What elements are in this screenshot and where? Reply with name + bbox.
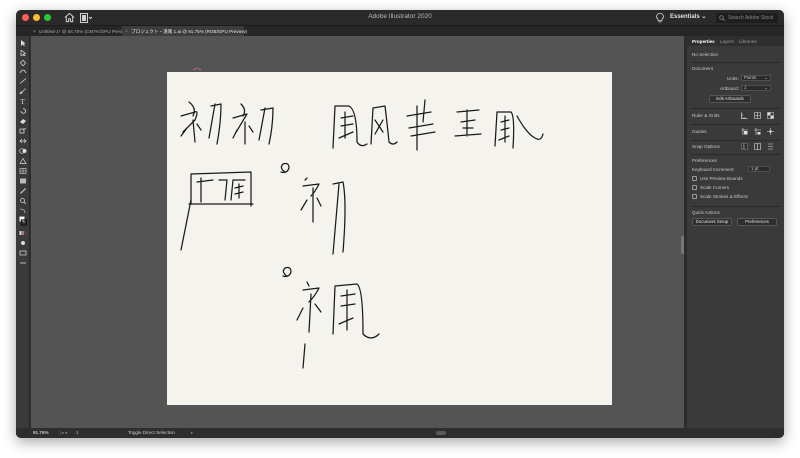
grid-icon[interactable] <box>754 112 761 119</box>
svg-text:1: 1 <box>743 145 746 151</box>
keyboard-increment-label: Keyboard Increment: <box>692 167 735 172</box>
snap-to-grid-icon[interactable] <box>767 143 774 150</box>
screen-mode-icon[interactable] <box>19 250 27 256</box>
units-dropdown[interactable]: Points ⌄ <box>741 75 771 81</box>
mesh-tool-icon[interactable] <box>19 168 27 174</box>
line-tool-icon[interactable] <box>19 78 27 84</box>
scale-strokes-checkbox[interactable] <box>692 194 697 199</box>
eraser-tool-icon[interactable] <box>19 118 27 124</box>
app-window: Adobe Illustrator 2020 Essentials ⌄ Sear… <box>16 10 784 438</box>
selection-tool-icon[interactable] <box>19 40 27 46</box>
perspective-grid-tool-icon[interactable] <box>19 158 27 164</box>
tab-label: プロジェクト・漢風 1.ai @ 91.75% (RGB/GPU Preview… <box>131 28 247 34</box>
artboard-number[interactable]: 1 <box>76 430 79 435</box>
stock-search-input[interactable]: Search Adobe Stock <box>716 13 778 23</box>
direct-selection-tool-icon[interactable] <box>19 50 27 56</box>
selection-status: No Selection <box>692 52 719 57</box>
artboard-value: 1 <box>744 85 747 90</box>
drawing-mode-icon[interactable] <box>19 240 27 246</box>
search-icon <box>719 15 725 21</box>
snap-options-label: Snap Options <box>692 144 720 149</box>
tab-properties[interactable]: Properties <box>692 39 715 44</box>
use-preview-bounds-checkbox[interactable] <box>692 176 697 181</box>
divider <box>691 124 780 125</box>
fill-stroke-swatch-icon[interactable] <box>19 216 27 226</box>
chevron-down-icon: ⌄ <box>764 85 768 90</box>
close-icon[interactable]: × <box>33 29 36 35</box>
smart-guides-icon[interactable] <box>767 128 774 135</box>
curvature-tool-icon[interactable] <box>19 68 27 74</box>
swap-colors-icon[interactable] <box>19 208 27 214</box>
shape-builder-tool-icon[interactable] <box>19 148 27 154</box>
divider <box>691 140 780 141</box>
divider <box>691 206 780 207</box>
close-icon[interactable]: × <box>125 29 128 35</box>
search-placeholder: Search Adobe Stock <box>728 15 774 21</box>
app-title: Adobe Illustrator 2020 <box>368 13 432 20</box>
gradient-tool-icon[interactable] <box>19 178 27 184</box>
snap-to-point-icon[interactable]: 1 <box>741 143 748 150</box>
handwriting-strokes <box>180 99 544 369</box>
scale-corners-checkbox[interactable] <box>692 185 697 190</box>
properties-panel: Properties Layers Libraries No Selection… <box>687 36 784 428</box>
divider <box>691 154 780 155</box>
divider <box>691 108 780 109</box>
status-bar: 91.76% |◂ ◂ 1 Toggle Direct Selection ▸ <box>16 428 784 438</box>
chevron-down-icon: ⌄ <box>764 75 768 80</box>
workspace-dropdown[interactable]: Essentials ⌄ <box>670 13 706 20</box>
document-heading: Document <box>692 66 713 71</box>
rotate-tool-icon[interactable] <box>19 108 27 114</box>
document-tabs: × Untitled-1* @ 66.75% (CMYK/GPU Preview… <box>16 26 784 36</box>
svg-text:T: T <box>21 98 26 104</box>
width-tool-icon[interactable] <box>19 138 27 144</box>
show-guides-icon[interactable] <box>741 128 748 135</box>
canvas-area[interactable] <box>31 36 685 428</box>
scale-tool-icon[interactable] <box>19 128 27 134</box>
use-preview-bounds-label: Use Preview Bounds <box>700 176 743 181</box>
zoom-level[interactable]: 91.76% <box>33 430 49 435</box>
type-tool-icon[interactable]: T <box>19 98 27 104</box>
ruler-grids-label: Ruler & Grids <box>692 113 720 118</box>
ruler-icon[interactable] <box>741 112 748 119</box>
zoom-tool-icon[interactable] <box>19 198 27 204</box>
eyedropper-tool-icon[interactable] <box>19 188 27 194</box>
pen-tool-icon[interactable] <box>19 60 27 66</box>
panel-tabs: Properties Layers Libraries <box>687 36 784 46</box>
transparency-grid-icon[interactable] <box>767 112 774 119</box>
units-label: Units: <box>727 76 739 81</box>
tab-label: Untitled-1* @ 66.75% (CMYK/GPU Preview) <box>39 28 130 34</box>
edit-artboards-button[interactable]: Edit Artboards <box>709 95 751 103</box>
title-bar: Adobe Illustrator 2020 Essentials ⌄ Sear… <box>16 10 784 26</box>
guides-label: Guides <box>692 129 707 134</box>
color-mode-icon[interactable] <box>19 230 27 236</box>
chevron-down-icon: ⌄ <box>701 14 707 20</box>
current-tool-status: Toggle Direct Selection <box>128 430 175 435</box>
workspace-label: Essentials <box>670 14 700 20</box>
units-value: Points <box>744 75 757 80</box>
document-setup-button[interactable]: Document Setup <box>692 218 732 226</box>
artboard-label: Artboard: <box>720 86 739 91</box>
tab-libraries[interactable]: Libraries <box>739 39 757 44</box>
more-tools-icon[interactable] <box>19 260 27 266</box>
tab-layers[interactable]: Layers <box>720 39 734 44</box>
paintbrush-tool-icon[interactable] <box>19 88 27 94</box>
status-menu-arrow[interactable]: ▸ <box>191 430 193 436</box>
artboard-dropdown[interactable]: 1 ⌄ <box>741 85 771 91</box>
tab-untitled-1[interactable]: × Untitled-1* @ 66.75% (CMYK/GPU Preview… <box>30 26 130 36</box>
artboard[interactable] <box>167 72 612 405</box>
preferences-heading: Preferences <box>692 158 717 163</box>
horizontal-scrollbar[interactable] <box>436 431 446 435</box>
tab-project-kanfu[interactable]: × プロジェクト・漢風 1.ai @ 91.75% (RGB/GPU Previ… <box>122 26 247 36</box>
snap-to-pixel-icon[interactable] <box>754 143 761 150</box>
scale-strokes-label: Scale Strokes & Effects <box>700 194 748 199</box>
keyboard-increment-field[interactable]: 1 pt <box>748 166 770 172</box>
divider <box>691 62 780 63</box>
lightbulb-icon[interactable] <box>656 13 664 23</box>
lock-guides-icon[interactable] <box>754 128 761 135</box>
artboard-navigation[interactable]: |◂ ◂ <box>60 430 67 436</box>
preferences-button[interactable]: Preferences <box>737 218 777 226</box>
quick-actions-heading: Quick Actions <box>692 210 720 215</box>
scale-corners-label: Scale Corners <box>700 185 730 190</box>
tools-panel: T <box>16 36 30 428</box>
